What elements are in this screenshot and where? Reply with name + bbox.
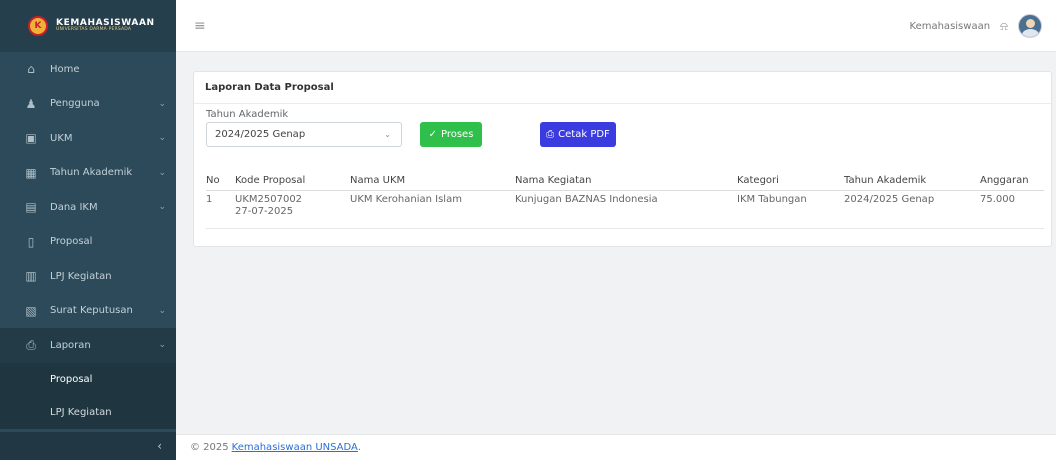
- proposal-table: No Kode Proposal Nama UKM Nama Kegiatan …: [206, 172, 1044, 229]
- wallet-icon: ▤: [25, 200, 37, 215]
- brand-subtitle: UNIVERSITAS DARMA PERSADA: [56, 27, 132, 33]
- cetak-pdf-button-label: Cetak PDF: [558, 129, 610, 140]
- chevron-down-icon: ⌄: [384, 130, 391, 139]
- bell-icon[interactable]: ⍾: [1000, 19, 1008, 34]
- sidebar-item-label: Tahun Akademik: [50, 167, 133, 179]
- academic-year-select[interactable]: 2024/2025 Genap ⌄: [206, 122, 402, 147]
- sidebar-collapse-button[interactable]: ‹: [0, 432, 176, 460]
- sidebar-item-tahun-akademik[interactable]: ▦ Tahun Akademik ⌄: [0, 156, 176, 191]
- cetak-pdf-button[interactable]: ⎙ Cetak PDF: [540, 122, 616, 147]
- chevron-down-icon: ⌄: [158, 133, 166, 144]
- home-icon: ⌂: [27, 62, 35, 77]
- chevron-down-icon: ⌄: [158, 202, 166, 213]
- card-title: Laporan Data Proposal: [194, 72, 1051, 104]
- table-row: 1 UKM2507002 27-07-2025 UKM Kerohanian I…: [206, 190, 1044, 229]
- brand[interactable]: K KEMAHASISWAAN UNIVERSITAS DARMA PERSAD…: [0, 0, 176, 52]
- cell-nama-kegiatan: Kunjugan BAZNAS Indonesia: [515, 190, 737, 229]
- column-header-kategori[interactable]: Kategori: [737, 172, 844, 191]
- cell-tahun-akademik: 2024/2025 Genap: [844, 190, 980, 229]
- sidebar-item-dana-ikm[interactable]: ▤ Dana IKM ⌄: [0, 190, 176, 225]
- table-header-row: No Kode Proposal Nama UKM Nama Kegiatan …: [206, 172, 1044, 191]
- sidebar-item-label: Surat Keputusan: [50, 305, 133, 317]
- sidebar-item-label: Laporan: [50, 339, 91, 351]
- laporan-submenu: Proposal LPJ Kegiatan: [0, 362, 176, 429]
- footer-link[interactable]: Kemahasiswaan UNSADA: [232, 442, 358, 453]
- sidebar-item-home[interactable]: ⌂ Home: [0, 52, 176, 87]
- chevron-down-icon: ⌄: [158, 305, 166, 316]
- sidebar-nav: ⌂ Home ♟ Pengguna ⌄ ▣ UKM ⌄ ▦ Tahun Akad…: [0, 52, 176, 363]
- user-name[interactable]: Kemahasiswaan: [910, 21, 991, 32]
- brand-text: KEMAHASISWAAN UNIVERSITAS DARMA PERSADA: [56, 18, 155, 33]
- printer-icon: ⎙: [546, 129, 555, 140]
- check-icon: ✓: [428, 129, 437, 140]
- cell-nama-ukm: UKM Kerohanian Islam: [350, 190, 515, 229]
- document-icon: ▯: [27, 234, 35, 249]
- print-icon: ⎙: [26, 337, 36, 352]
- column-header-kode-proposal[interactable]: Kode Proposal: [235, 172, 350, 191]
- calendar-icon: ▦: [25, 165, 37, 180]
- kode-date: 27-07-2025: [235, 206, 294, 217]
- footer-period: .: [357, 442, 362, 453]
- footer: © 2025 Kemahasiswaan UNSADA.: [176, 434, 1056, 460]
- main-content: Laporan Data Proposal Tahun Akademik 202…: [176, 52, 1056, 434]
- cell-kategori: IKM Tabungan: [737, 190, 844, 229]
- filter-label: Tahun Akademik: [206, 109, 289, 120]
- chevron-down-icon: ⌄: [158, 340, 166, 351]
- chevron-down-icon: ⌄: [158, 167, 166, 178]
- column-header-tahun-akademik[interactable]: Tahun Akademik: [844, 172, 980, 191]
- topbar: ≡ Kemahasiswaan ⍾: [176, 0, 1056, 52]
- university-logo-icon: K: [28, 16, 48, 36]
- user-icon: ♟: [25, 96, 37, 111]
- select-value: 2024/2025 Genap: [215, 129, 306, 140]
- chevron-left-icon: ‹: [157, 439, 162, 453]
- sidebar-item-laporan[interactable]: ⎙ Laporan ⌄: [0, 328, 176, 363]
- copyright-text: © 2025: [190, 442, 229, 453]
- sidebar-item-lpj-kegiatan[interactable]: ▥ LPJ Kegiatan: [0, 259, 176, 294]
- sidebar-item-surat-keputusan[interactable]: ▧ Surat Keputusan ⌄: [0, 294, 176, 329]
- sidebar-item-ukm[interactable]: ▣ UKM ⌄: [0, 121, 176, 156]
- letter-icon: ▧: [25, 303, 37, 318]
- sidebar-item-pengguna[interactable]: ♟ Pengguna ⌄: [0, 87, 176, 122]
- sidebar-item-label: Proposal: [50, 236, 93, 248]
- cell-no: 1: [206, 190, 235, 229]
- column-header-nama-kegiatan[interactable]: Nama Kegiatan: [515, 172, 737, 191]
- cell-anggaran: 75.000: [980, 190, 1044, 229]
- sidebar-item-label: UKM: [50, 132, 73, 144]
- column-header-no[interactable]: No: [206, 172, 235, 191]
- chevron-down-icon: ⌄: [158, 98, 166, 109]
- sidebar-item-label: LPJ Kegiatan: [50, 270, 112, 282]
- report-icon: ▥: [25, 269, 37, 284]
- submenu-item-proposal[interactable]: Proposal: [0, 363, 176, 396]
- submenu-item-lpj-kegiatan[interactable]: LPJ Kegiatan: [0, 396, 176, 429]
- sidebar-item-proposal[interactable]: ▯ Proposal: [0, 225, 176, 260]
- column-header-anggaran[interactable]: Anggaran: [980, 172, 1044, 191]
- sidebar: K KEMAHASISWAAN UNIVERSITAS DARMA PERSAD…: [0, 0, 176, 460]
- user-menu: Kemahasiswaan ⍾: [910, 0, 1042, 52]
- sidebar-item-label: Pengguna: [50, 98, 100, 110]
- proses-button[interactable]: ✓ Proses: [420, 122, 482, 147]
- sidebar-item-label: Home: [50, 63, 80, 75]
- sidebar-item-label: Dana IKM: [50, 201, 98, 213]
- cell-kode-proposal: UKM2507002 27-07-2025: [235, 190, 350, 229]
- proses-button-label: Proses: [440, 129, 474, 140]
- building-icon: ▣: [25, 131, 37, 146]
- report-card: Laporan Data Proposal Tahun Akademik 202…: [193, 71, 1052, 247]
- menu-toggle-icon[interactable]: ≡: [194, 18, 206, 34]
- column-header-nama-ukm[interactable]: Nama UKM: [350, 172, 515, 191]
- avatar[interactable]: [1018, 14, 1042, 38]
- kode-code: UKM2507002: [235, 193, 303, 205]
